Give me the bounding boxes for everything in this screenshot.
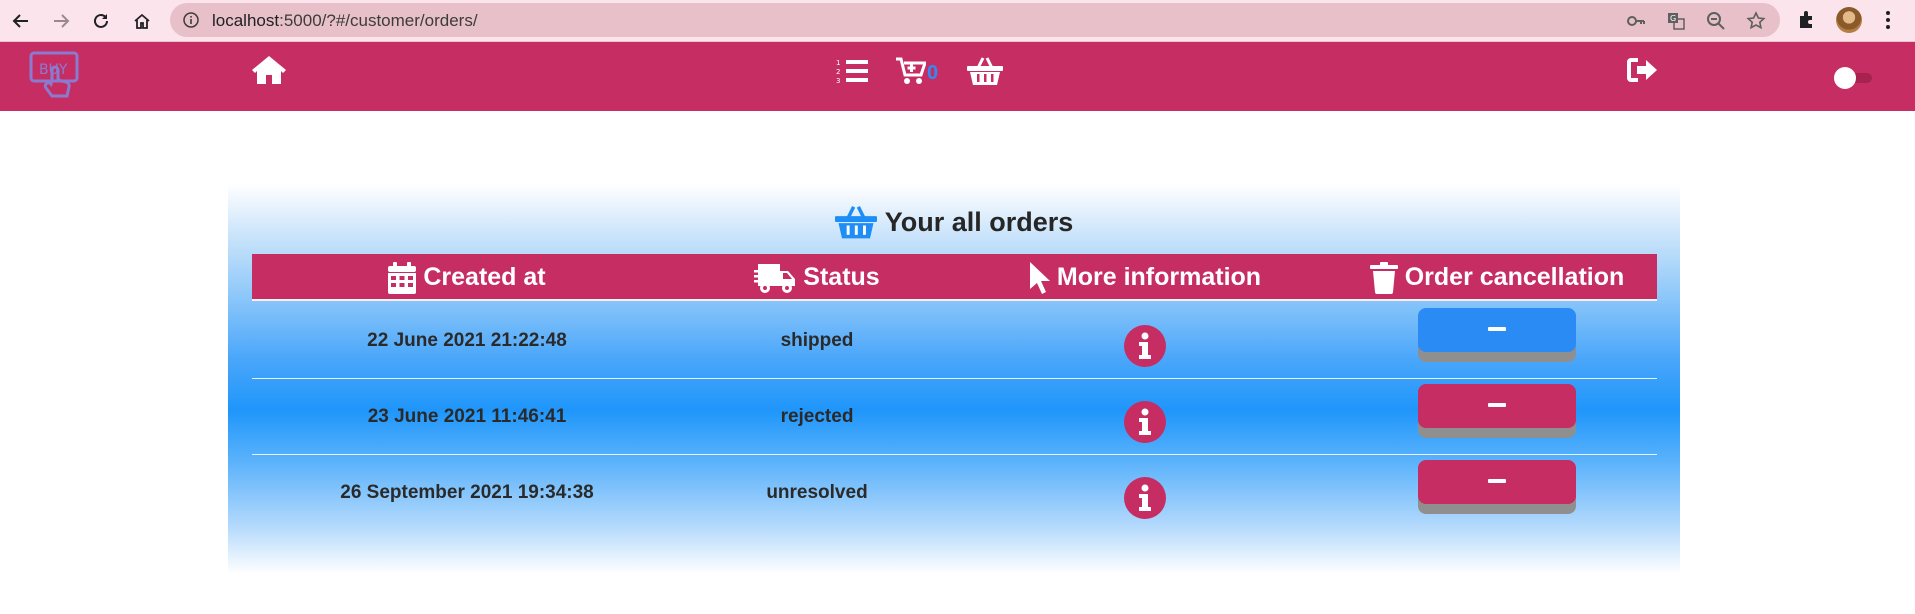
nav-logout[interactable] bbox=[1626, 56, 1658, 84]
cart-count-badge: 0 bbox=[927, 62, 939, 84]
key-icon[interactable] bbox=[1626, 11, 1646, 31]
more-info-button[interactable] bbox=[1123, 401, 1166, 443]
order-list-icon: 1 2 3 bbox=[836, 59, 868, 85]
home-icon bbox=[252, 56, 286, 84]
zoom-icon[interactable] bbox=[1706, 11, 1726, 31]
buy-logo-icon: BUY bbox=[29, 51, 79, 98]
svg-text:2: 2 bbox=[836, 68, 840, 76]
minus-icon bbox=[1488, 479, 1506, 483]
cancel-cell bbox=[1337, 455, 1657, 531]
url-text[interactable]: localhost:5000/?#/customer/orders/ bbox=[212, 11, 478, 31]
trash-icon bbox=[1369, 261, 1398, 294]
more-info-button[interactable] bbox=[1123, 477, 1166, 519]
minus-icon bbox=[1488, 327, 1506, 331]
order-created-at: 22 June 2021 21:22:48 bbox=[367, 330, 567, 351]
translate-icon[interactable]: G bbox=[1666, 11, 1686, 31]
orders-card: Your all orders Created at Status More i… bbox=[228, 184, 1680, 574]
table-row: 22 June 2021 21:22:48 shipped bbox=[252, 303, 1657, 379]
column-more-information: More information bbox=[952, 254, 1337, 301]
column-created-at: Created at bbox=[252, 254, 682, 301]
extensions-puzzle-icon[interactable] bbox=[1796, 8, 1818, 30]
browser-menu-icon[interactable] bbox=[1878, 8, 1898, 32]
table-row: 26 September 2021 19:34:38 unresolved bbox=[252, 455, 1657, 531]
browser-home-icon bbox=[134, 13, 150, 29]
app-navbar: BUY 1 2 3 0 bbox=[0, 42, 1915, 111]
order-status: shipped bbox=[780, 330, 854, 351]
more-info-cell bbox=[952, 455, 1337, 531]
column-order-cancellation: Order cancellation bbox=[1337, 254, 1657, 301]
nav-cart[interactable]: 0 bbox=[896, 56, 938, 85]
cart-icon bbox=[896, 57, 926, 84]
more-info-cell bbox=[952, 379, 1337, 455]
basket-icon bbox=[967, 57, 1003, 85]
browser-chrome: localhost:5000/?#/customer/orders/ G bbox=[0, 0, 1915, 42]
nav-orders[interactable]: 1 2 3 bbox=[836, 57, 868, 85]
cancel-order-button[interactable] bbox=[1418, 308, 1576, 362]
back-arrow-icon bbox=[12, 14, 28, 28]
forward-button[interactable] bbox=[46, 6, 76, 36]
home-browser-button[interactable] bbox=[127, 6, 157, 36]
theme-toggle[interactable] bbox=[1834, 67, 1876, 89]
more-info-cell bbox=[952, 303, 1337, 379]
svg-text:1: 1 bbox=[836, 59, 840, 67]
info-icon bbox=[1138, 332, 1151, 359]
reload-button[interactable] bbox=[86, 6, 116, 36]
cancel-button-face bbox=[1418, 308, 1576, 352]
back-button[interactable] bbox=[6, 6, 36, 36]
order-created-at: 26 September 2021 19:34:38 bbox=[340, 482, 594, 503]
pointer-icon bbox=[1029, 261, 1050, 294]
info-icon bbox=[1138, 484, 1151, 511]
toggle-knob bbox=[1834, 67, 1856, 89]
address-bar[interactable]: localhost:5000/?#/customer/orders/ G bbox=[170, 3, 1780, 37]
cancel-button-face bbox=[1418, 460, 1576, 504]
more-info-button[interactable] bbox=[1123, 325, 1166, 367]
column-status: Status bbox=[682, 254, 952, 301]
orders-title-text: Your all orders bbox=[884, 206, 1074, 237]
info-icon bbox=[1138, 408, 1151, 435]
nav-basket[interactable] bbox=[967, 56, 1003, 86]
svg-text:3: 3 bbox=[836, 77, 840, 85]
cancel-button-face bbox=[1418, 384, 1576, 428]
profile-avatar[interactable] bbox=[1836, 7, 1862, 33]
bookmark-star-icon[interactable] bbox=[1746, 11, 1766, 31]
logout-icon bbox=[1627, 58, 1657, 82]
table-row: 23 June 2021 11:46:41 rejected bbox=[252, 379, 1657, 455]
cancel-order-button[interactable] bbox=[1418, 384, 1576, 438]
forward-arrow-icon bbox=[54, 14, 70, 28]
svg-text:G: G bbox=[1670, 14, 1676, 23]
site-info-icon[interactable] bbox=[182, 11, 200, 29]
nav-home[interactable] bbox=[251, 54, 287, 86]
truck-icon bbox=[754, 263, 796, 293]
order-created-at: 23 June 2021 11:46:41 bbox=[367, 406, 567, 427]
cancel-cell bbox=[1337, 379, 1657, 455]
orders-title: Your all orders bbox=[228, 204, 1680, 240]
orders-table-header: Created at Status More information Order… bbox=[252, 254, 1657, 301]
cancel-order-button[interactable] bbox=[1418, 460, 1576, 514]
basket-title-icon bbox=[834, 206, 877, 239]
order-status: unresolved bbox=[766, 482, 868, 503]
reload-icon bbox=[94, 13, 108, 28]
buy-logo[interactable]: BUY bbox=[28, 50, 84, 106]
minus-icon bbox=[1488, 403, 1506, 407]
cancel-cell bbox=[1337, 303, 1657, 379]
calendar-icon bbox=[388, 261, 417, 294]
order-status: rejected bbox=[780, 406, 854, 427]
